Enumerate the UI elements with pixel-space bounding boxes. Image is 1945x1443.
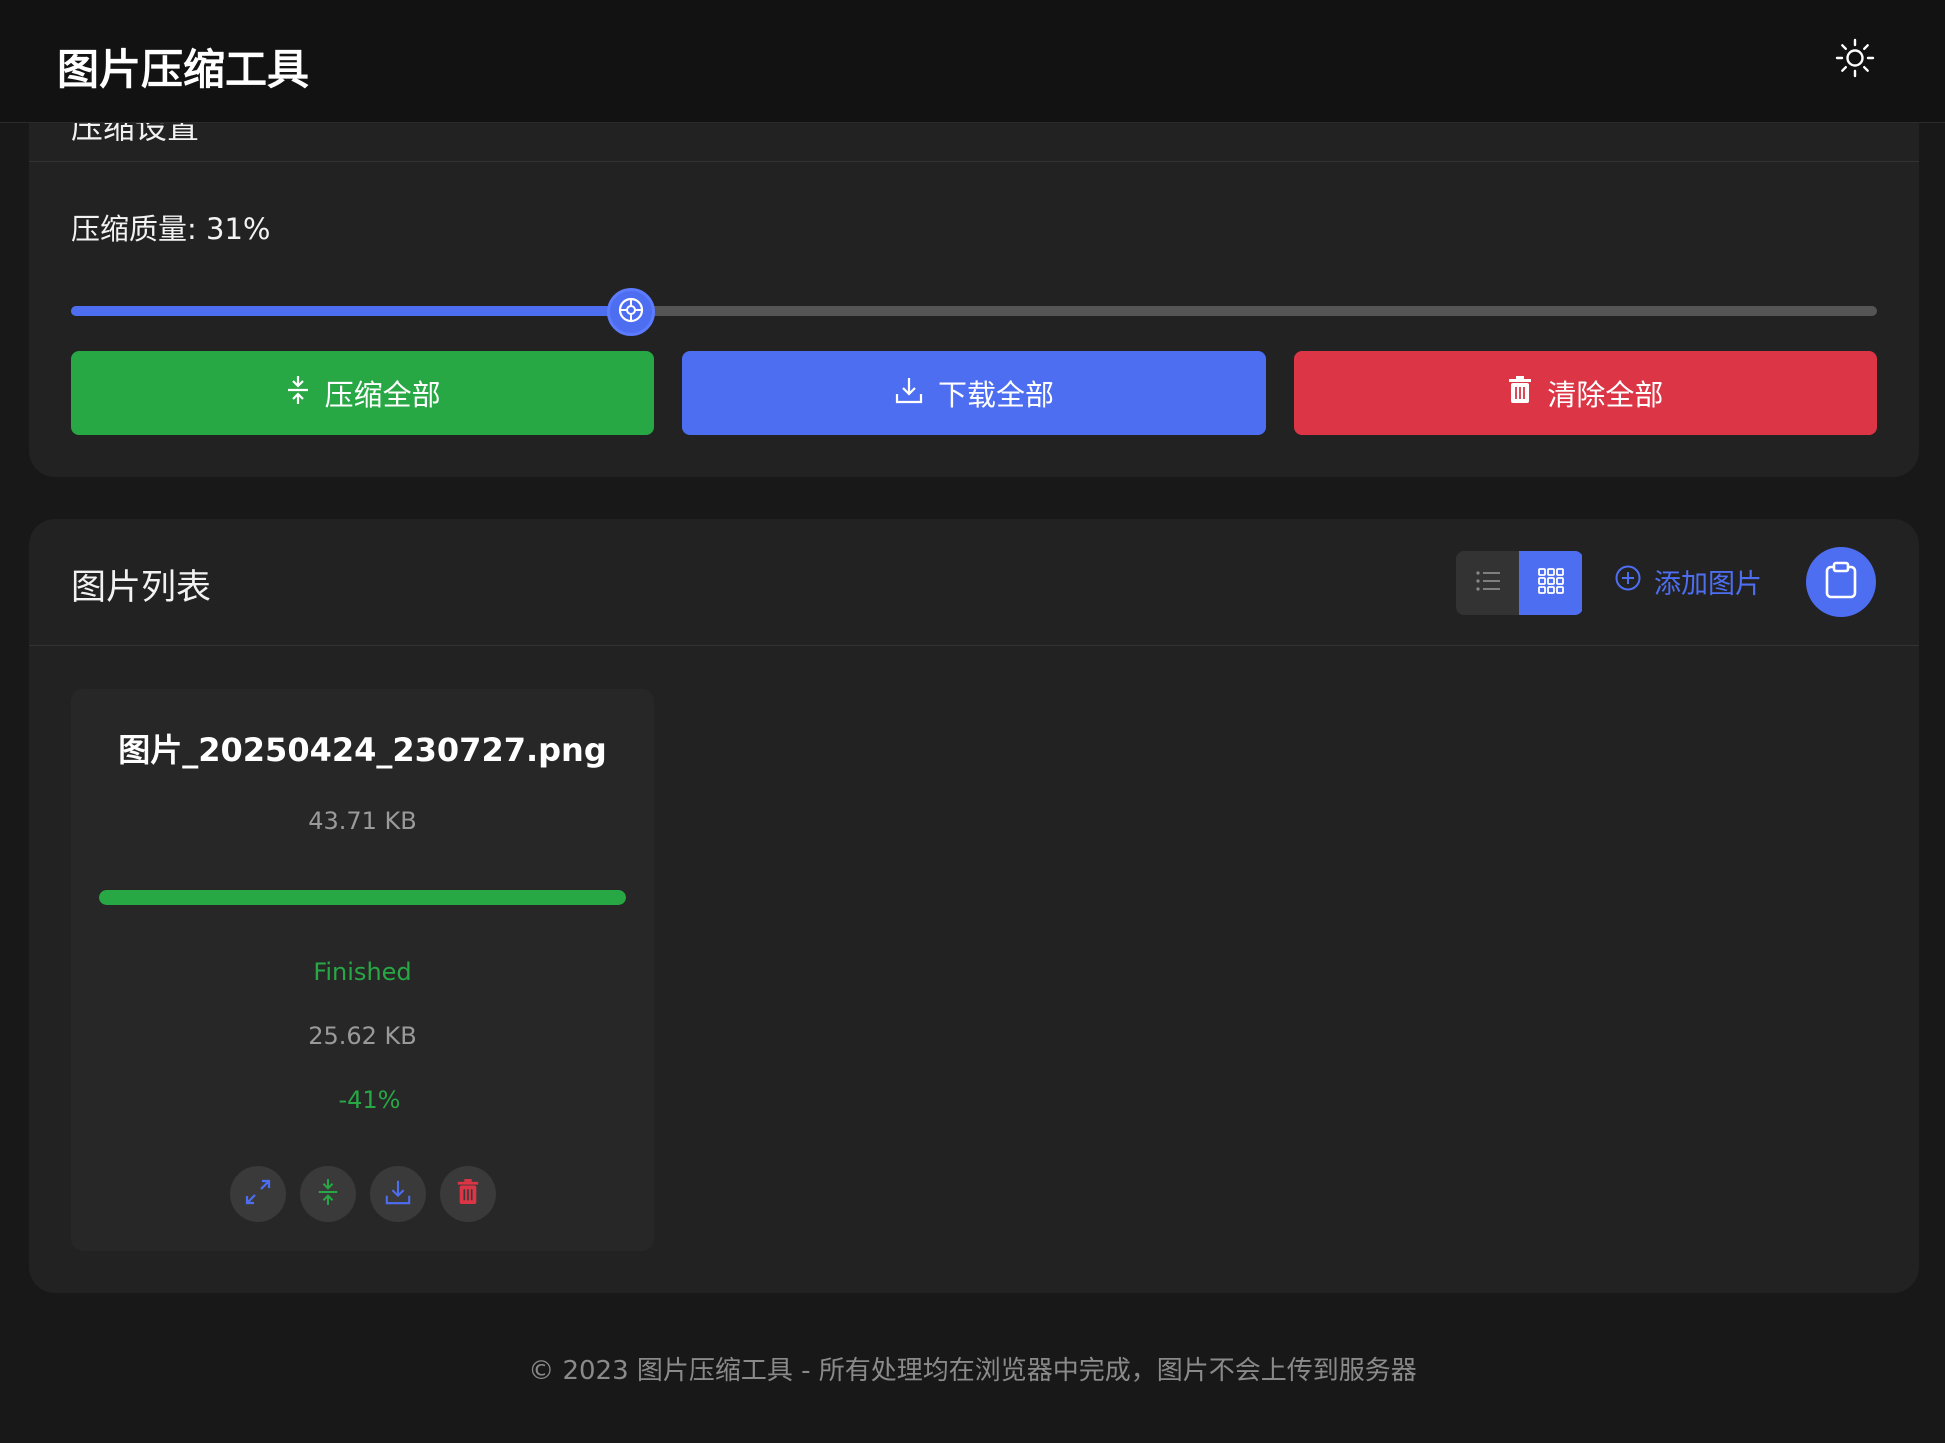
bulk-actions: 压缩全部 下载全部 清除全部: [71, 351, 1877, 435]
app-title: 图片压缩工具: [57, 45, 310, 94]
progress-fill: [99, 890, 626, 905]
slider-fill: [71, 306, 631, 316]
grid-icon: [1537, 568, 1564, 598]
footer-text: © 2023 图片压缩工具 - 所有处理均在浏览器中完成，图片不会上传到服务器: [528, 1356, 1417, 1386]
download-button[interactable]: [369, 1166, 426, 1222]
trash-icon: [1507, 375, 1533, 412]
quality-label: 压缩质量: 31%: [71, 212, 271, 246]
image-list-title: 图片列表: [71, 568, 212, 608]
clipboard-icon: [1824, 561, 1858, 603]
clear-all-label: 清除全部: [1547, 378, 1664, 412]
theme-toggle-button[interactable]: [1834, 38, 1876, 82]
image-list-header: 图片列表 添加图片: [29, 519, 1919, 646]
delete-button[interactable]: [439, 1166, 496, 1222]
expand-icon: [243, 1177, 273, 1211]
compression-ratio: -41%: [338, 1086, 401, 1114]
slider-grip-icon: [616, 295, 646, 329]
compress-icon: [316, 1178, 340, 1210]
paste-clipboard-button[interactable]: [1806, 547, 1876, 617]
compress-all-label: 压缩全部: [324, 378, 441, 412]
compressed-size: 25.62 KB: [308, 1022, 417, 1050]
download-icon: [384, 1178, 412, 1210]
image-card: 图片_20250424_230727.png 43.71 KB Finished…: [71, 689, 654, 1251]
page: 压缩设置 压缩质量: 31% 压缩全部 下载全部 清除全部 图片列表 添加图片 …: [0, 0, 1945, 1443]
compress-all-button[interactable]: 压缩全部: [71, 351, 655, 435]
progress-bar: [99, 890, 626, 905]
original-size: 43.71 KB: [308, 807, 417, 835]
image-actions: [71, 1166, 654, 1222]
list-view-button[interactable]: [1456, 551, 1519, 615]
image-name: 图片_20250424_230727.png: [118, 731, 607, 769]
quality-slider[interactable]: [71, 288, 1877, 336]
download-all-button[interactable]: 下载全部: [682, 351, 1266, 435]
download-icon: [894, 375, 924, 412]
add-image-label: 添加图片: [1654, 568, 1762, 600]
slider-thumb[interactable]: [606, 288, 655, 336]
trash-icon: [456, 1178, 480, 1210]
image-list-card: 图片列表 添加图片 图片_20250424_230727.png 43.71 K…: [29, 519, 1919, 1293]
clear-all-button[interactable]: 清除全部: [1293, 351, 1877, 435]
compress-icon: [285, 375, 311, 412]
view-toggle: [1456, 551, 1583, 615]
status-text: Finished: [313, 958, 412, 986]
compress-button[interactable]: [299, 1166, 356, 1222]
app-header: 图片压缩工具: [0, 0, 1945, 123]
grid-view-button[interactable]: [1519, 551, 1582, 615]
list-icon: [1475, 570, 1501, 596]
plus-circle-icon: [1614, 564, 1642, 599]
slider-track[interactable]: [71, 306, 1877, 316]
sun-icon: [1835, 38, 1875, 82]
add-image-button[interactable]: 添加图片: [1614, 561, 1762, 601]
preview-button[interactable]: [229, 1166, 286, 1222]
download-all-label: 下载全部: [937, 378, 1054, 412]
